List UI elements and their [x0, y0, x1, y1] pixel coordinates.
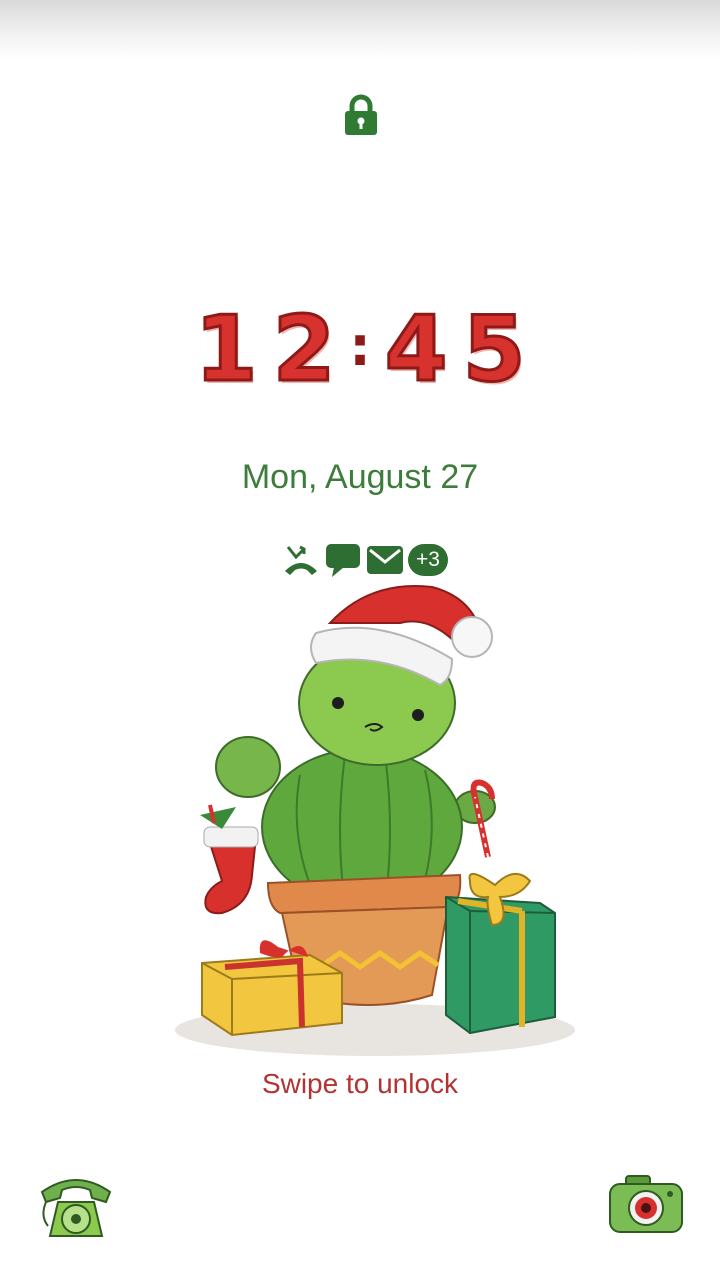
message-icon[interactable]	[324, 541, 362, 579]
cactus-christmas-illustration	[175, 585, 575, 1056]
more-notifications-badge[interactable]: +3	[408, 544, 448, 576]
clock-minute-ones: 5	[461, 297, 527, 402]
camera-icon[interactable]	[606, 1172, 686, 1236]
clock-minute-tens: 4	[383, 297, 449, 402]
lockscreen-clock: 1 2 : 4 5	[0, 297, 720, 402]
clock-separator: :	[349, 314, 371, 378]
clock-hour-ones: 2	[271, 297, 337, 402]
email-icon[interactable]	[366, 541, 404, 579]
status-bar-shade	[0, 0, 720, 60]
padlock-icon	[345, 94, 377, 135]
phone-icon[interactable]	[36, 1172, 116, 1244]
lockscreen-date: Mon, August 27	[241, 458, 479, 496]
swipe-to-unlock-hint[interactable]: Swipe to unlock	[0, 1068, 720, 1100]
notification-icons: +3	[282, 540, 448, 580]
missed-call-icon[interactable]	[282, 541, 320, 579]
clock-hour-tens: 1	[193, 297, 259, 402]
